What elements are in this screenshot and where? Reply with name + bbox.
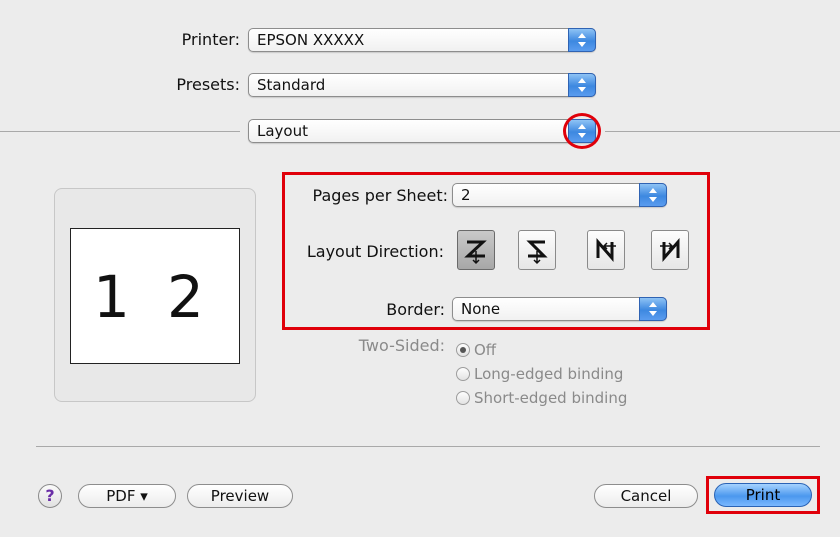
updown-arrows-icon (568, 73, 596, 97)
preview-page-1: 1 (93, 263, 130, 331)
radio-selected-icon (456, 343, 470, 357)
border-value: None (461, 300, 501, 318)
pages-per-sheet-label: Pages per Sheet: (312, 186, 448, 205)
updown-arrows-icon (639, 297, 667, 321)
border-label: Border: (386, 300, 445, 319)
highlight-circle (563, 113, 601, 149)
panel-popup[interactable]: Layout (248, 119, 596, 143)
preview-page-2: 2 (167, 263, 204, 331)
print-button[interactable]: Print (714, 483, 812, 507)
two-sided-long-edge-radio[interactable]: Long-edged binding (456, 365, 623, 383)
layout-direction-label: Layout Direction: (306, 242, 444, 261)
pdf-button[interactable]: PDF ▾ (78, 484, 176, 508)
radio-unselected-icon (456, 391, 470, 405)
panel-value: Layout (257, 122, 308, 140)
page-preview: 1 2 (70, 228, 240, 364)
help-button[interactable]: ? (38, 484, 62, 508)
footer-separator (36, 446, 820, 447)
preview-button[interactable]: Preview (187, 484, 293, 508)
direction-n-button[interactable] (587, 230, 625, 270)
updown-arrows-icon (639, 183, 667, 207)
direction-z-button[interactable] (457, 230, 495, 270)
n-direction-icon (596, 238, 616, 262)
printer-value: EPSON XXXXX (257, 31, 365, 49)
separator-line (605, 131, 840, 132)
cancel-button[interactable]: Cancel (594, 484, 698, 508)
presets-popup[interactable]: Standard (248, 73, 596, 97)
printer-popup[interactable]: EPSON XXXXX (248, 28, 596, 52)
radio-unselected-icon (456, 367, 470, 381)
two-sided-off-label: Off (474, 341, 497, 359)
pages-per-sheet-value: 2 (461, 186, 471, 204)
z-direction-icon (464, 240, 487, 265)
printer-label: Printer: (181, 30, 240, 49)
border-popup[interactable]: None (452, 297, 667, 321)
direction-reverse-z-button[interactable] (518, 230, 556, 270)
two-sided-short-edge-label: Short-edged binding (474, 389, 628, 407)
pages-per-sheet-popup[interactable]: 2 (452, 183, 667, 207)
two-sided-long-edge-label: Long-edged binding (474, 365, 624, 383)
reverse-z-direction-icon (526, 240, 548, 265)
presets-label: Presets: (176, 75, 240, 94)
direction-reverse-n-button[interactable] (651, 230, 689, 270)
two-sided-off-radio[interactable]: Off (456, 341, 496, 359)
two-sided-label: Two-Sided: (358, 336, 445, 355)
reverse-n-direction-icon (660, 238, 680, 262)
two-sided-short-edge-radio[interactable]: Short-edged binding (456, 389, 627, 407)
separator-line (0, 131, 240, 132)
updown-arrows-icon (568, 28, 596, 52)
presets-value: Standard (257, 76, 326, 94)
